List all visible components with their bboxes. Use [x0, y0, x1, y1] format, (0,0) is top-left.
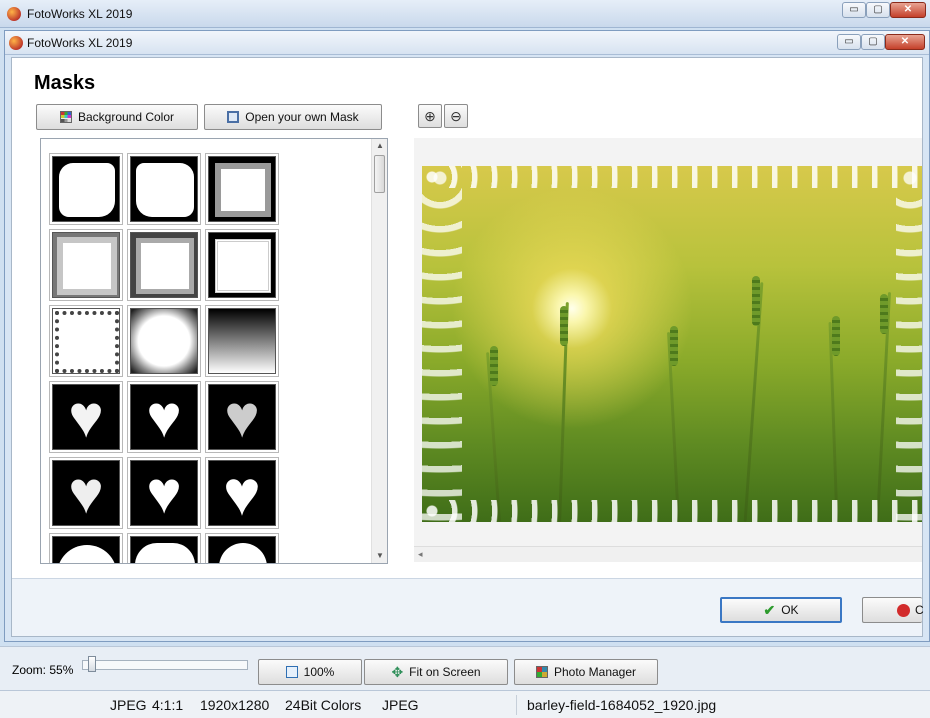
mask-tile[interactable]	[127, 229, 201, 301]
zoom-slider-thumb[interactable]	[88, 656, 96, 672]
open-own-mask-label: Open your own Mask	[245, 110, 359, 124]
outer-window-title: FotoWorks XL 2019	[27, 7, 133, 21]
app-logo-icon	[7, 7, 21, 21]
zoom-in-icon: ⊕	[424, 107, 436, 124]
mask-tile[interactable]	[49, 153, 123, 225]
status-dimensions: 1920x1280	[200, 697, 270, 713]
mask-tile[interactable]	[205, 229, 279, 301]
dialog-maximize-button[interactable]: ▢	[861, 34, 885, 50]
mask-tile[interactable]	[49, 229, 123, 301]
status-bar: JPEG 4:1:1 1920x1280 24Bit Colors JPEG b…	[0, 690, 930, 718]
mask-tile[interactable]	[205, 533, 279, 563]
mask-tile[interactable]: ♥	[205, 457, 279, 529]
mask-tile[interactable]	[127, 533, 201, 563]
preview-pane: ◂	[414, 138, 922, 562]
status-subsampling: 4:1:1	[152, 697, 184, 713]
mask-tile[interactable]: ♥	[127, 457, 201, 529]
zoom-label: Zoom: 55%	[12, 663, 74, 677]
cancel-button[interactable]: C	[862, 597, 924, 623]
background-color-button[interactable]: Background Color	[36, 104, 198, 130]
dialog-titlebar: FotoWorks XL 2019 ▭ ▢ ✕	[5, 31, 929, 55]
zoom-out-button[interactable]: ⊖	[444, 104, 468, 128]
scroll-down-arrow-icon[interactable]: ▼	[372, 549, 387, 563]
dialog-title: FotoWorks XL 2019	[27, 36, 133, 50]
scroll-up-arrow-icon[interactable]: ▲	[372, 139, 387, 153]
dialog-minimize-button[interactable]: ▭	[837, 34, 861, 50]
status-colors: 24Bit Colors	[285, 697, 362, 713]
status-format: JPEG	[110, 697, 147, 713]
mask-list[interactable]: ♥ ♥ ♥ ♥ ♥ ♥ ▲ ▼	[40, 138, 388, 564]
ok-button[interactable]: ✔ OK	[720, 597, 842, 623]
scroll-thumb[interactable]	[374, 155, 385, 193]
open-own-mask-button[interactable]: Open your own Mask	[204, 104, 382, 130]
preview-image[interactable]	[422, 166, 922, 522]
mask-tile[interactable]: ♥	[205, 381, 279, 453]
outer-minimize-button[interactable]: ▭	[842, 2, 866, 18]
mask-tile[interactable]	[127, 305, 201, 377]
mask-tile[interactable]: ♥	[49, 457, 123, 529]
zoom-100-label: 100%	[303, 665, 335, 679]
mask-tile[interactable]	[49, 533, 123, 563]
zoom-in-button[interactable]: ⊕	[418, 104, 442, 128]
mask-tile[interactable]	[49, 305, 123, 377]
grid-color-icon	[59, 111, 72, 123]
background-color-label: Background Color	[77, 110, 175, 124]
photo-manager-button[interactable]: Photo Manager	[514, 659, 658, 685]
dialog-app-icon	[9, 36, 23, 50]
outer-titlebar: FotoWorks XL 2019 ▭ ▢ ✕	[0, 0, 930, 28]
cancel-icon	[897, 604, 910, 617]
dialog-button-area: ✔ OK C	[12, 578, 924, 636]
dialog-close-button[interactable]: ✕	[885, 34, 925, 50]
preview-horizontal-scrollbar[interactable]: ◂	[414, 546, 922, 562]
fit-on-screen-button[interactable]: ✥ Fit on Screen	[364, 659, 508, 685]
masks-dialog: FotoWorks XL 2019 ▭ ▢ ✕ Masks Background…	[4, 30, 930, 642]
status-type: JPEG	[382, 697, 419, 713]
scroll-left-arrow-icon[interactable]: ◂	[418, 549, 423, 560]
dialog-content: Masks Background Color Open your own Mas…	[11, 57, 924, 637]
mask-tile[interactable]	[127, 153, 201, 225]
mask-tile[interactable]: ♥	[127, 381, 201, 453]
mask-tile[interactable]	[205, 305, 279, 377]
status-filename: barley-field-1684052_1920.jpg	[516, 695, 716, 715]
zoom-out-icon: ⊖	[450, 107, 462, 124]
outer-maximize-button[interactable]: ▢	[866, 2, 890, 18]
mask-list-scrollbar[interactable]: ▲ ▼	[371, 139, 387, 563]
checkmark-icon: ✔	[763, 601, 776, 618]
mask-tile[interactable]	[205, 153, 279, 225]
photo-manager-icon	[535, 666, 548, 678]
zoom-slider-track[interactable]	[82, 660, 248, 670]
outer-close-button[interactable]: ✕	[890, 2, 926, 18]
actual-size-icon	[285, 666, 298, 678]
photo-manager-label: Photo Manager	[553, 665, 637, 679]
masks-heading: Masks	[34, 72, 96, 94]
frame-image-icon	[227, 111, 240, 123]
cancel-label: C	[915, 603, 924, 617]
ok-label: OK	[781, 603, 799, 617]
mask-tile[interactable]: ♥	[49, 381, 123, 453]
fit-on-screen-label: Fit on Screen	[409, 665, 481, 679]
fit-screen-icon: ✥	[391, 663, 404, 680]
zoom-100-button[interactable]: 100%	[258, 659, 362, 685]
